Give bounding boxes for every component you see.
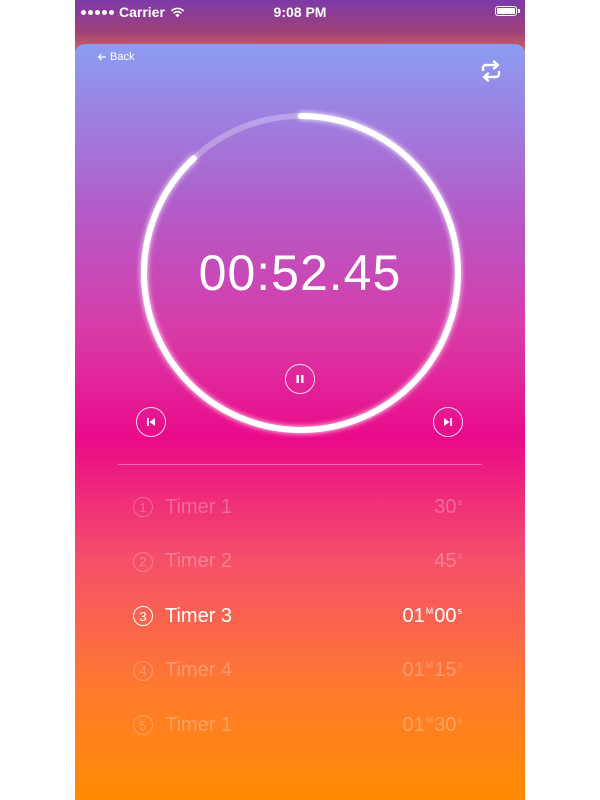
duration-unit: s	[457, 605, 463, 616]
timer-duration: 01 M 30 s	[403, 714, 464, 737]
timer-item-left: 5 Timer 1	[133, 714, 232, 737]
timer-name: Timer 1	[165, 713, 233, 736]
timer-item-left: 1 Timer 1	[133, 496, 232, 519]
timer-list-item[interactable]: 2 Timer 2 45 s	[133, 535, 463, 590]
timer-index-badge: 1	[133, 497, 153, 518]
duration-unit: s	[457, 660, 463, 671]
phone-screen: Carrier 9:08 PM Back 00:52.45 1 Timer 1 …	[75, 0, 525, 800]
timer-duration: 30 s	[434, 496, 463, 519]
duration-value: 01	[402, 604, 425, 627]
timer-name: Timer 3	[165, 604, 233, 627]
status-bar: Carrier 9:08 PM	[75, 0, 525, 24]
timer-name: Timer 4	[165, 659, 233, 682]
timer-name: Timer 1	[165, 495, 233, 518]
timer-index-badge: 2	[133, 551, 153, 572]
duration-value: 30	[434, 495, 457, 518]
back-button[interactable]: Back	[97, 51, 134, 63]
skip-previous-icon	[147, 418, 155, 426]
status-time: 9:08 PM	[273, 4, 327, 20]
timer-duration: 01 M 00 s	[403, 605, 464, 628]
timer-name: Timer 2	[165, 550, 233, 573]
timer-list-item[interactable]: 5 Timer 1 01 M 30 s	[133, 698, 463, 753]
timer-item-left: 2 Timer 2	[133, 550, 232, 573]
duration-value: 45	[434, 550, 457, 573]
duration-unit: M	[425, 660, 434, 671]
timer-index-badge: 5	[133, 715, 153, 736]
timer-list-item[interactable]: 3 Timer 3 01 M 00 s	[133, 589, 463, 644]
timer-card: Back 00:52.45 1 Timer 1 30 s 2 Timer 2 4…	[75, 44, 525, 800]
repeat-icon[interactable]	[479, 60, 503, 82]
duration-unit: s	[457, 551, 463, 562]
timer-list: 1 Timer 1 30 s 2 Timer 2 45 s 3 Timer 3 01 M 00 s 4 Tim…	[133, 480, 463, 753]
duration-value: 00	[434, 604, 457, 627]
timer-duration: 01 M 15 s	[403, 659, 464, 682]
duration-value: 01	[402, 659, 425, 682]
duration-unit: s	[457, 714, 463, 725]
duration-unit: M	[425, 605, 434, 616]
next-button[interactable]	[433, 407, 463, 437]
timer-list-item[interactable]: 4 Timer 4 01 M 15 s	[133, 644, 463, 699]
previous-button[interactable]	[136, 407, 166, 437]
battery-icon	[495, 6, 520, 16]
timer-item-left: 3 Timer 3	[133, 605, 232, 628]
arrow-left-icon	[97, 53, 106, 61]
timer-display: 00:52.45	[198, 245, 402, 301]
back-label: Back	[110, 51, 135, 63]
timer-duration: 45 s	[434, 550, 463, 573]
timer-index-badge: 4	[133, 660, 153, 681]
duration-unit: M	[425, 714, 434, 725]
skip-next-icon	[444, 418, 452, 426]
duration-value: 15	[434, 659, 457, 682]
pause-button[interactable]	[285, 364, 315, 394]
pause-icon	[296, 375, 304, 383]
duration-unit: s	[457, 496, 463, 507]
divider	[118, 464, 482, 465]
timer-list-item[interactable]: 1 Timer 1 30 s	[133, 480, 463, 535]
timer-item-left: 4 Timer 4	[133, 659, 232, 682]
timer-index-badge: 3	[133, 606, 153, 627]
duration-value: 01	[402, 713, 425, 736]
duration-value: 30	[434, 713, 457, 736]
